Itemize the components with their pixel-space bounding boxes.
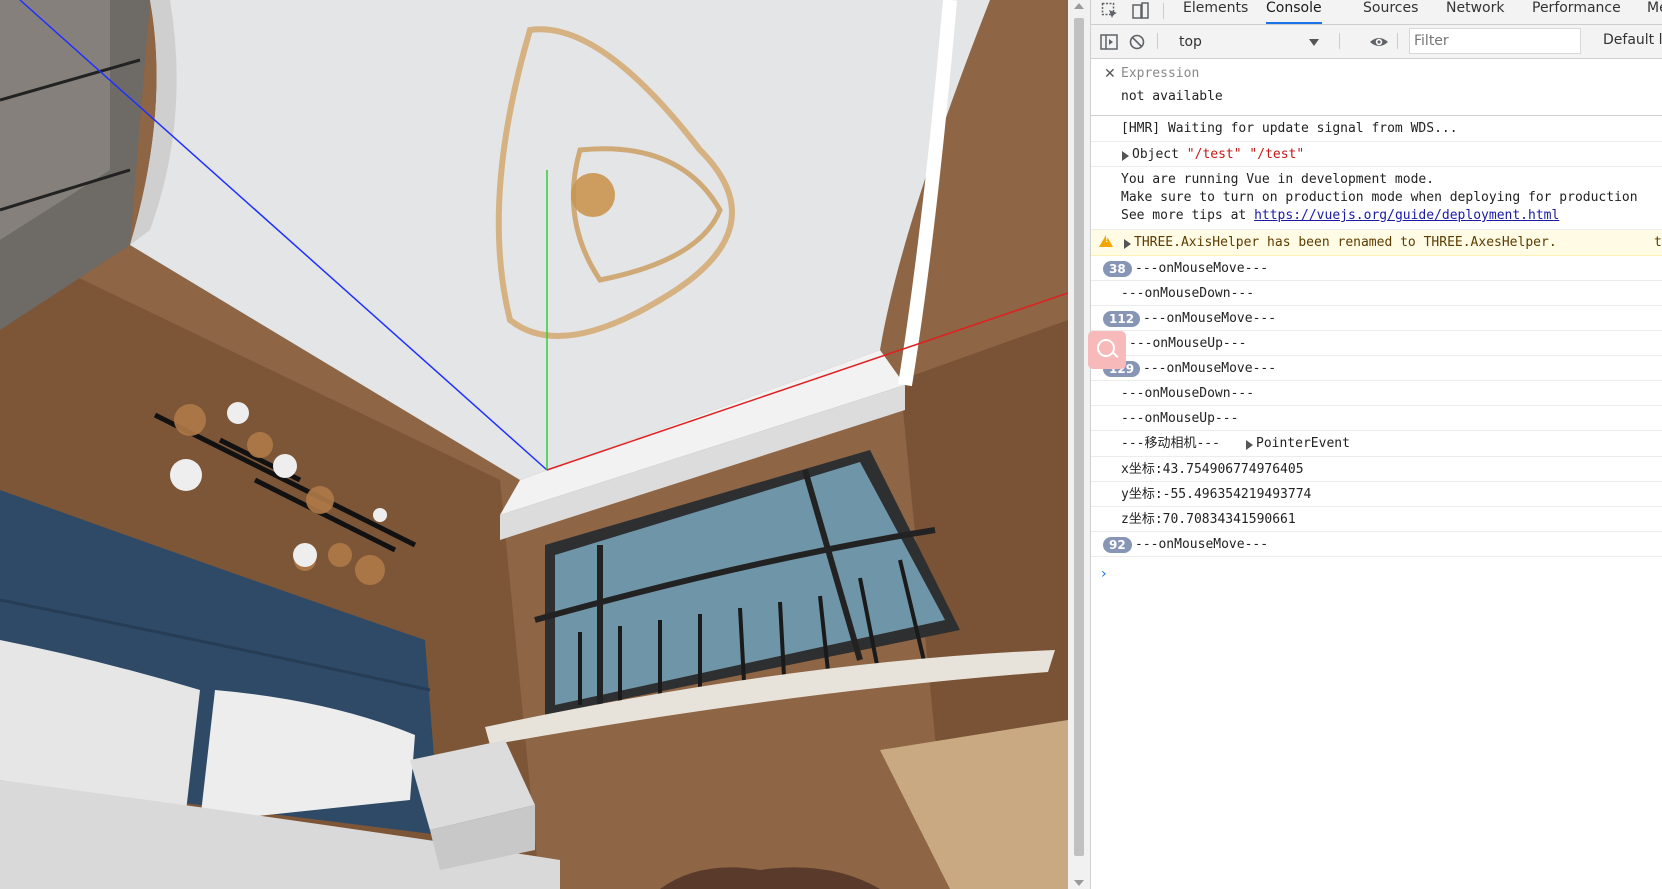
message-text: ---onMouseUp---	[1121, 411, 1239, 426]
context-selector[interactable]: top	[1179, 32, 1329, 52]
console-message: 92 ---onMouseMove---	[1091, 532, 1662, 557]
console-message: You are running Vue in development mode.…	[1091, 167, 1662, 230]
console-toolbar: top Default le	[1091, 25, 1662, 59]
repeat-count-badge: 92	[1103, 537, 1132, 553]
message-text: You are running Vue in development mode.	[1121, 172, 1435, 187]
console-warning[interactable]: THREE.AxisHelper has been renamed to THR…	[1091, 230, 1662, 256]
console-message[interactable]: Object "/test" "/test"	[1091, 142, 1662, 167]
room-scene	[0, 0, 1068, 889]
tab-sources[interactable]: Sources	[1363, 0, 1418, 24]
message-text: [HMR] Waiting for update signal from WDS…	[1121, 121, 1458, 136]
console-prompt[interactable]: ›	[1101, 566, 1107, 582]
console-message: ---onMouseDown---	[1091, 381, 1662, 406]
warning-icon	[1099, 235, 1113, 247]
message-text: ---onMouseMove---	[1135, 261, 1269, 276]
devtools-tabbar: Elements Console Sources Network Perform…	[1091, 0, 1662, 25]
z-coordinate-text: z坐标:70.70834341590661	[1121, 512, 1296, 527]
clear-console-icon[interactable]	[1127, 33, 1147, 51]
message-text: See more tips at https://vuejs.org/guide…	[1121, 208, 1560, 223]
y-coordinate-text: y坐标:-55.496354219493774	[1121, 487, 1312, 502]
search-icon	[1097, 339, 1115, 357]
message-text: ---onMouseMove---	[1143, 361, 1277, 376]
message-text: ---onMouseUp---	[1129, 336, 1247, 351]
console-message: ---onMouseUp---	[1091, 406, 1662, 431]
scrollbar-thumb[interactable]	[1074, 18, 1084, 856]
console-message: 38 ---onMouseMove---	[1091, 256, 1662, 281]
warning-source-link[interactable]: t	[1654, 234, 1662, 252]
console-message: y坐标:-55.496354219493774	[1091, 482, 1662, 507]
3d-viewport[interactable]	[0, 0, 1068, 889]
expression-value: not available	[1121, 89, 1223, 104]
message-text: Make sure to turn on production mode whe…	[1121, 190, 1638, 205]
console-message: 112 ---onMouseMove---	[1091, 306, 1662, 331]
console-filter-input[interactable]	[1409, 28, 1581, 54]
expression-label[interactable]: Expression	[1121, 66, 1199, 81]
message-text: ---onMouseMove---	[1143, 311, 1277, 326]
pointer-event-object[interactable]: PointerEvent	[1256, 435, 1350, 453]
console-message: ---onMouseDown---	[1091, 281, 1662, 306]
tab-elements[interactable]: Elements	[1183, 0, 1248, 24]
x-coordinate-text: x坐标:43.754906774976405	[1121, 462, 1304, 477]
console-message: z坐标:70.70834341590661	[1091, 507, 1662, 532]
tab-console[interactable]: Console	[1266, 0, 1322, 24]
console-message: ---onMouseUp---	[1091, 331, 1662, 356]
close-expression-icon[interactable]: ✕	[1104, 66, 1116, 82]
live-expression: ✕ Expression not available	[1091, 59, 1662, 116]
warning-text: THREE.AxisHelper has been renamed to THR…	[1134, 235, 1557, 250]
message-text: ---onMouseMove---	[1135, 537, 1269, 552]
repeat-count-badge: 38	[1103, 261, 1132, 277]
devtools-panel: Elements Console Sources Network Perform…	[1091, 0, 1662, 889]
console-message: x坐标:43.754906774976405	[1091, 457, 1662, 482]
expand-arrow-icon[interactable]	[1124, 239, 1131, 249]
message-text: ---onMouseDown---	[1121, 286, 1255, 301]
context-value: top	[1179, 34, 1202, 50]
expand-arrow-icon[interactable]	[1122, 151, 1129, 161]
console-message: [HMR] Waiting for update signal from WDS…	[1091, 116, 1662, 142]
live-expression-eye-icon[interactable]	[1369, 33, 1389, 51]
message-text: ---onMouseDown---	[1121, 386, 1255, 401]
message-text: Object "/test" "/test"	[1132, 147, 1305, 162]
repeat-count-badge: 112	[1103, 311, 1141, 327]
tab-network[interactable]: Network	[1446, 0, 1504, 24]
page-scrollbar[interactable]	[1068, 0, 1091, 889]
console-message[interactable]: ---移动相机--- PointerEvent	[1091, 431, 1662, 457]
show-sidebar-icon[interactable]	[1099, 33, 1119, 51]
scroll-up-arrow-icon[interactable]	[1074, 3, 1084, 9]
log-levels-dropdown[interactable]: Default le	[1603, 32, 1662, 48]
console-message: 129 ---onMouseMove---	[1091, 356, 1662, 381]
device-toolbar-icon[interactable]	[1131, 2, 1151, 20]
inspect-element-icon[interactable]	[1100, 2, 1120, 20]
dropdown-arrow-icon	[1309, 39, 1319, 46]
tab-more[interactable]: Me	[1647, 0, 1662, 24]
floating-search-button[interactable]	[1088, 331, 1126, 369]
tab-performance[interactable]: Performance	[1532, 0, 1621, 24]
message-text: ---移动相机---	[1121, 436, 1220, 451]
vue-docs-link[interactable]: https://vuejs.org/guide/deployment.html	[1254, 208, 1559, 223]
scroll-down-arrow-icon[interactable]	[1074, 880, 1084, 886]
expand-arrow-icon[interactable]	[1246, 440, 1253, 450]
